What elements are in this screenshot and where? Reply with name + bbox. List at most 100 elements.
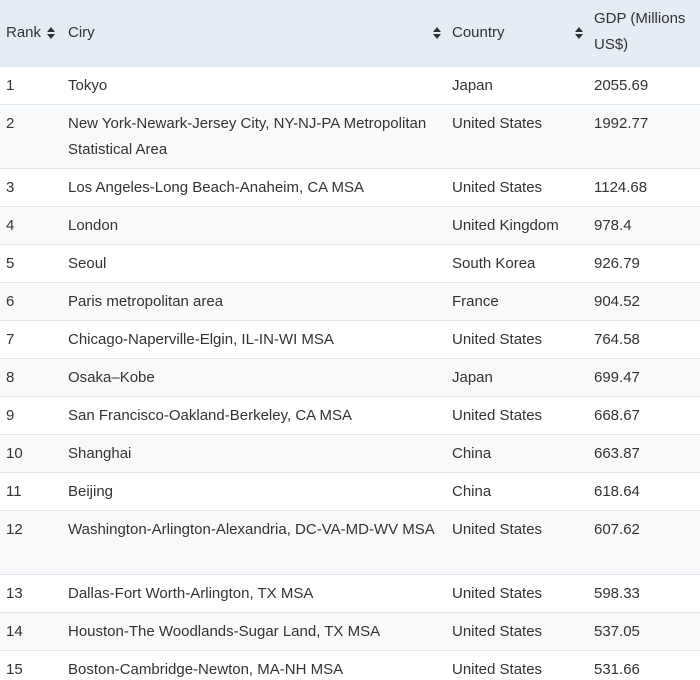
cell-city-text: Dallas-Fort Worth-Arlington, TX MSA xyxy=(68,585,314,602)
cell-city: Paris metropolitan area xyxy=(62,282,446,321)
cell-city: Los Angeles-Long Beach-Anaheim, CA MSA xyxy=(62,168,446,207)
cell-country-text: France xyxy=(452,293,499,310)
column-header-city[interactable]: Ciry xyxy=(62,0,446,67)
cell-city: Boston-Cambridge-Newton, MA-NH MSA xyxy=(62,650,446,680)
column-header-gdp[interactable]: GDP (Millions US$) xyxy=(588,0,700,67)
cell-rank-text: 3 xyxy=(6,179,15,196)
cell-city: Tokyo xyxy=(62,66,446,105)
table-row: 13 Dallas-Fort Worth-Arlington, TX MSA Uni… xyxy=(0,574,700,613)
table-row: 9 San Francisco-Oakland-Berkeley, CA MSA U… xyxy=(0,396,700,435)
cell-rank: 15 xyxy=(0,650,62,680)
cell-gdp: 668.67 xyxy=(588,396,700,435)
cell-country: United Kingdom xyxy=(446,206,588,245)
cell-gdp: 904.52 xyxy=(588,282,700,321)
cell-rank: 2 xyxy=(0,104,62,169)
cell-country-text: Japan xyxy=(452,369,493,386)
table-row: 8 Osaka–Kobe Japan 699.47 xyxy=(0,358,700,397)
sort-icon[interactable] xyxy=(46,26,56,40)
header-row: Rank Ciry Country GDP (Millions US$) xyxy=(0,0,700,67)
cell-country-text: United States xyxy=(452,623,543,640)
cell-rank: 5 xyxy=(0,244,62,283)
cell-gdp: 764.58 xyxy=(588,320,700,359)
cell-gdp-text: 699.47 xyxy=(594,369,640,386)
cell-gdp-text: 1992.77 xyxy=(594,115,649,132)
cell-city: Washington-Arlington-Alexandria, DC-VA-M… xyxy=(62,510,446,575)
cell-rank-text: 5 xyxy=(6,255,15,272)
sort-icon[interactable] xyxy=(432,26,442,40)
column-header-country[interactable]: Country xyxy=(446,0,588,67)
cell-gdp-text: 607.62 xyxy=(594,521,640,538)
cell-country: France xyxy=(446,282,588,321)
cell-country: China xyxy=(446,434,588,473)
cell-rank-text: 11 xyxy=(6,483,22,500)
cell-city-text: Shanghai xyxy=(68,445,132,462)
cell-gdp-text: 926.79 xyxy=(594,255,640,272)
cell-city-text: Osaka–Kobe xyxy=(68,369,155,386)
cell-rank-text: 13 xyxy=(6,585,23,602)
cell-city: Shanghai xyxy=(62,434,446,473)
table-row: 6 Paris metropolitan area France 904.52 xyxy=(0,282,700,321)
cell-city: Beijing xyxy=(62,472,446,511)
cell-city-text: Houston-The Woodlands-Sugar Land, TX MSA xyxy=(68,623,381,640)
cell-country-text: China xyxy=(452,483,492,500)
sort-icon[interactable] xyxy=(574,26,584,40)
cell-country-text: United Kingdom xyxy=(452,217,559,234)
cell-rank-text: 6 xyxy=(6,293,15,310)
cell-gdp: 926.79 xyxy=(588,244,700,283)
cell-gdp-text: 2055.69 xyxy=(594,77,649,94)
cell-country-text: United States xyxy=(452,661,543,678)
cell-country: China xyxy=(446,472,588,511)
table-body: 1 Tokyo Japan 2055.69 2 New York-Newark-Jerse… xyxy=(0,66,700,680)
cell-rank: 4 xyxy=(0,206,62,245)
cell-gdp-text: 668.67 xyxy=(594,407,640,424)
cell-rank: 7 xyxy=(0,320,62,359)
cell-rank: 3 xyxy=(0,168,62,207)
column-header-label: Country xyxy=(452,24,505,41)
cell-country-text: South Korea xyxy=(452,255,536,272)
cell-country-text: United States xyxy=(452,115,543,132)
cell-gdp-text: 904.52 xyxy=(594,293,640,310)
cell-rank-text: 8 xyxy=(6,369,15,386)
cell-rank: 11 xyxy=(0,472,62,511)
cell-gdp-text: 537.05 xyxy=(594,623,640,640)
cell-rank: 12 xyxy=(0,510,62,575)
cell-rank-text: 1 xyxy=(6,77,15,94)
cell-rank-text: 4 xyxy=(6,217,15,234)
cell-rank: 10 xyxy=(0,434,62,473)
cell-gdp: 663.87 xyxy=(588,434,700,473)
cell-country-text: United States xyxy=(452,331,543,348)
column-header-label: GDP (Millions US$) xyxy=(594,10,686,53)
cell-rank: 6 xyxy=(0,282,62,321)
cell-gdp: 598.33 xyxy=(588,574,700,613)
cell-gdp-text: 598.33 xyxy=(594,585,640,602)
gdp-table: Rank Ciry Country GDP (Millions US$) 1 T… xyxy=(0,0,700,680)
cell-gdp: 531.66 xyxy=(588,650,700,680)
cell-gdp: 607.62 xyxy=(588,510,700,575)
table-row: 12 Washington-Arlington-Alexandria, DC-VA… xyxy=(0,510,700,575)
cell-city-text: Los Angeles-Long Beach-Anaheim, CA MSA xyxy=(68,179,365,196)
cell-country-text: United States xyxy=(452,585,543,602)
column-header-rank[interactable]: Rank xyxy=(0,0,62,67)
cell-rank-text: 15 xyxy=(6,661,23,678)
table-header: Rank Ciry Country GDP (Millions US$) xyxy=(0,0,700,67)
cell-gdp-text: 764.58 xyxy=(594,331,640,348)
table-row: 4 London United Kingdom 978.4 xyxy=(0,206,700,245)
cell-rank-text: 7 xyxy=(6,331,15,348)
cell-rank: 8 xyxy=(0,358,62,397)
cell-gdp-text: 531.66 xyxy=(594,661,640,678)
table-row: 15 Boston-Cambridge-Newton, MA-NH MSA Unit… xyxy=(0,650,700,680)
cell-gdp-text: 978.4 xyxy=(594,217,632,234)
cell-country: Japan xyxy=(446,358,588,397)
table-row: 1 Tokyo Japan 2055.69 xyxy=(0,66,700,105)
cell-rank: 14 xyxy=(0,612,62,651)
table-row: 10 Shanghai China 663.87 xyxy=(0,434,700,473)
cell-gdp: 1992.77 xyxy=(588,104,700,169)
table-row: 14 Houston-The Woodlands-Sugar Land, TX M… xyxy=(0,612,700,651)
cell-city-text: Chicago-Naperville-Elgin, IL-IN-WI MSA xyxy=(68,331,334,348)
cell-city-text: Boston-Cambridge-Newton, MA-NH MSA xyxy=(68,661,344,678)
cell-rank-text: 2 xyxy=(6,115,15,132)
cell-city-text: Beijing xyxy=(68,483,114,500)
cell-city-text: Washington-Arlington-Alexandria, DC-VA-M… xyxy=(68,521,435,538)
cell-country: United States xyxy=(446,396,588,435)
cell-rank: 9 xyxy=(0,396,62,435)
